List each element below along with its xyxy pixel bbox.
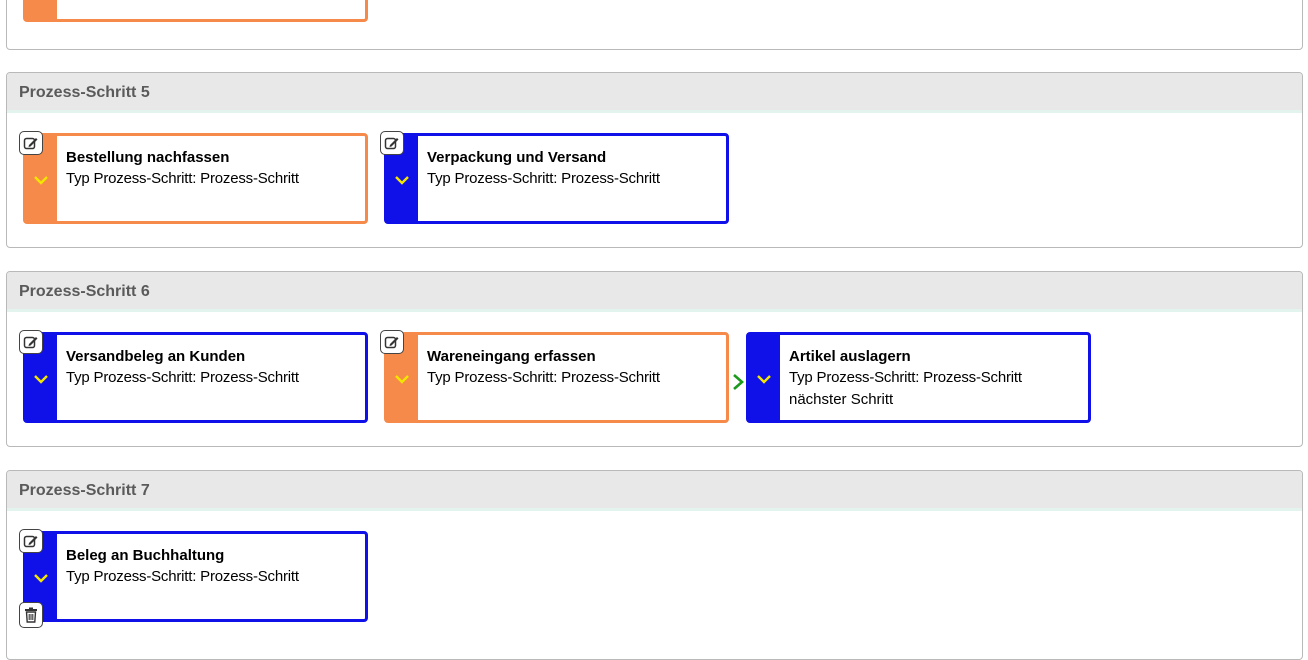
trash-icon xyxy=(25,607,37,623)
edit-icon xyxy=(23,535,38,548)
process-card[interactable]: Beleg an Buchhaltung Typ Prozess-Schritt… xyxy=(23,531,368,622)
chevron-down-icon[interactable] xyxy=(392,371,412,387)
chevron-down-icon[interactable] xyxy=(392,172,412,188)
edit-button[interactable] xyxy=(19,131,43,155)
chevron-down-icon[interactable] xyxy=(31,371,51,387)
edit-button[interactable] xyxy=(380,131,404,155)
card-title: Beleg an Buchhaltung xyxy=(66,547,225,564)
card-next-step: nächster Schritt xyxy=(789,391,894,408)
edit-icon xyxy=(384,336,399,349)
process-card[interactable]: Wareneingang erfassen Typ Prozess-Schrit… xyxy=(384,332,729,423)
chevron-down-icon[interactable] xyxy=(31,570,51,586)
card-type: Typ Prozess-Schritt: Prozess-Schritt xyxy=(66,369,299,386)
process-step-panel-partial xyxy=(6,0,1303,50)
delete-button[interactable] xyxy=(19,602,43,628)
card-color-band xyxy=(26,0,57,19)
process-step-panel: Prozess-Schritt 6 Versandbeleg an Kunden… xyxy=(6,271,1303,447)
card-type: Typ Prozess-Schritt: Prozess-Schritt xyxy=(427,369,660,386)
chevron-down-icon[interactable] xyxy=(31,172,51,188)
card-type: Typ Prozess-Schritt: Prozess-Schritt xyxy=(66,170,299,187)
process-step-panel: Prozess-Schritt 7 Beleg an Buchhaltung T… xyxy=(6,470,1303,660)
process-step-panel: Prozess-Schritt 5 Bestellung nachfassen … xyxy=(6,72,1303,248)
edit-icon xyxy=(384,137,399,150)
edit-button[interactable] xyxy=(19,330,43,354)
card-title: Verpackung und Versand xyxy=(427,149,607,166)
card-type: Typ Prozess-Schritt: Prozess-Schritt xyxy=(789,369,1022,386)
card-type: Typ Prozess-Schritt: Prozess-Schritt xyxy=(427,170,660,187)
card-title: Bestellung nachfassen xyxy=(66,149,230,166)
process-card[interactable]: Verpackung und Versand Typ Prozess-Schri… xyxy=(384,133,729,224)
panel-title: Prozess-Schritt 7 xyxy=(7,471,1302,511)
panel-title: Prozess-Schritt 5 xyxy=(7,73,1302,113)
process-card[interactable]: Bestellung nachfassen Typ Prozess-Schrit… xyxy=(23,133,368,224)
card-type: Typ Prozess-Schritt: Prozess-Schritt xyxy=(66,568,299,585)
card-title: Wareneingang erfassen xyxy=(427,348,596,365)
process-card[interactable]: Versandbeleg an Kunden Typ Prozess-Schri… xyxy=(23,332,368,423)
edit-icon xyxy=(23,137,38,150)
edit-button[interactable] xyxy=(19,529,43,553)
edit-button[interactable] xyxy=(380,330,404,354)
chevron-right-icon xyxy=(733,374,744,390)
chevron-down-icon[interactable] xyxy=(754,371,774,387)
process-card-partial[interactable] xyxy=(23,0,368,22)
process-card[interactable]: Artikel auslagern Typ Prozess-Schritt: P… xyxy=(746,332,1091,423)
panel-title: Prozess-Schritt 6 xyxy=(7,272,1302,312)
edit-icon xyxy=(23,336,38,349)
card-title: Artikel auslagern xyxy=(789,348,911,365)
card-title: Versandbeleg an Kunden xyxy=(66,348,246,365)
